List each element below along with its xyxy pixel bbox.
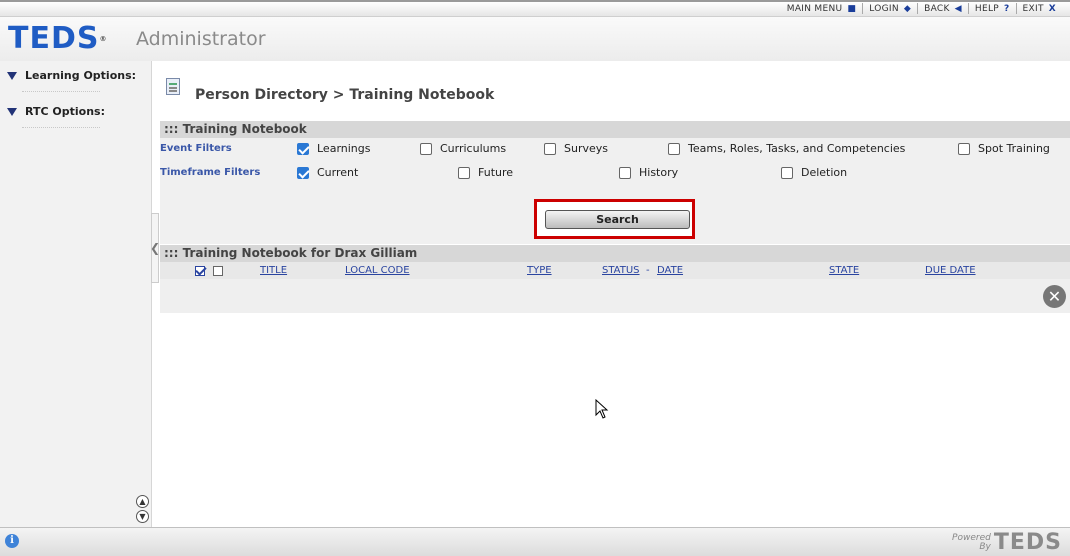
filter-label: Future	[478, 166, 514, 179]
exit-label: EXIT	[1022, 3, 1044, 14]
footer: i Powered By TEDS	[0, 527, 1070, 556]
exit-icon: X	[1048, 3, 1056, 14]
filter-label: Teams, Roles, Tasks, and Competencies	[688, 142, 906, 155]
breadcrumb: Person Directory > Training Notebook	[195, 87, 495, 103]
expand-triangle-icon	[7, 71, 17, 80]
event-filters-label: Event Filters	[160, 143, 232, 154]
back-link[interactable]: BACK ◀	[918, 3, 969, 14]
sidebar-item-learning-options[interactable]: Learning Options:	[7, 69, 136, 82]
main-menu-icon: ■	[847, 3, 857, 14]
powered-by-text: Powered By	[952, 533, 991, 552]
divider	[22, 91, 100, 92]
checkbox[interactable]	[958, 142, 970, 155]
help-link[interactable]: HELP ?	[969, 3, 1017, 14]
filter-label: Curriculums	[440, 142, 507, 155]
footer-logo-text: TEDS	[993, 530, 1062, 555]
column-state[interactable]: STATE	[829, 265, 859, 276]
scroll-up-button[interactable]: ▲	[136, 495, 149, 508]
column-local-code[interactable]: LOCAL CODE	[345, 265, 410, 276]
results-header: ::: Training Notebook for Drax Gilliam	[160, 245, 1070, 262]
select-none-checkbox[interactable]	[213, 266, 223, 276]
filter-label: Surveys	[564, 142, 608, 155]
filter-curriculums[interactable]: Curriculums	[420, 142, 506, 155]
column-type[interactable]: TYPE	[527, 265, 552, 276]
back-label: BACK	[924, 3, 950, 14]
checkbox[interactable]	[420, 142, 432, 155]
login-link[interactable]: LOGIN ◆	[863, 3, 919, 14]
filter-learnings[interactable]: Learnings	[297, 142, 371, 155]
filter-spot-training[interactable]: Spot Training	[958, 142, 1050, 155]
close-icon[interactable]: ✕	[1043, 285, 1066, 308]
sidebar: Learning Options: RTC Options: ▲ ▼	[0, 61, 152, 527]
top-nav-bar: MAIN MENU ■ LOGIN ◆ BACK ◀ HELP ? EXIT X	[0, 0, 1070, 17]
sidebar-collapse-handle[interactable]: ❮	[150, 213, 160, 283]
app-header: TEDS® Administrator	[0, 17, 1070, 61]
info-icon[interactable]: i	[5, 534, 19, 548]
select-all-checkbox[interactable]	[195, 266, 205, 276]
checkbox[interactable]	[619, 166, 631, 179]
timeframe-filters-label: Timeframe Filters	[160, 167, 261, 178]
empty-results-row: ✕	[160, 279, 1070, 313]
filter-label: Current	[317, 166, 359, 179]
checkbox[interactable]	[781, 166, 793, 179]
help-icon: ?	[1004, 3, 1010, 14]
expand-triangle-icon	[7, 107, 17, 116]
filter-future[interactable]: Future	[458, 166, 513, 179]
filter-label: History	[639, 166, 679, 179]
sidebar-item-label: Learning Options:	[25, 69, 137, 82]
column-date[interactable]: DATE	[657, 265, 683, 276]
login-label: LOGIN	[869, 3, 899, 14]
top-nav: MAIN MENU ■ LOGIN ◆ BACK ◀ HELP ? EXIT X	[781, 3, 1062, 14]
search-highlight: Search	[534, 199, 695, 239]
filter-label: Deletion	[801, 166, 848, 179]
filter-label: Spot Training	[978, 142, 1050, 155]
column-title[interactable]: TITLE	[260, 265, 287, 276]
checkbox[interactable]	[297, 142, 309, 155]
status-date-separator: -	[646, 265, 650, 276]
checkbox[interactable]	[544, 142, 556, 155]
help-label: HELP	[974, 3, 999, 14]
checkbox[interactable]	[668, 142, 680, 155]
logo-text: TEDS	[8, 21, 100, 56]
registered-mark: ®	[99, 35, 108, 43]
results-column-headers: TITLE LOCAL CODE TYPE STATUS - DATE STAT…	[160, 262, 1070, 279]
filter-teams-roles[interactable]: Teams, Roles, Tasks, and Competencies	[668, 142, 905, 155]
back-arrow-icon: ◀	[954, 3, 962, 14]
filter-surveys[interactable]: Surveys	[544, 142, 608, 155]
directory-icon	[166, 78, 180, 95]
column-status[interactable]: STATUS	[602, 265, 640, 276]
scroll-down-button[interactable]: ▼	[136, 510, 149, 523]
filter-current[interactable]: Current	[297, 166, 358, 179]
filter-label: Learnings	[317, 142, 371, 155]
column-due-date[interactable]: DUE DATE	[925, 265, 976, 276]
app-subtitle: Administrator	[136, 28, 266, 50]
by-label: By	[979, 541, 991, 552]
divider	[22, 127, 100, 128]
main-menu-label: MAIN MENU	[786, 3, 843, 14]
checkbox[interactable]	[458, 166, 470, 179]
filter-history[interactable]: History	[619, 166, 678, 179]
powered-by-logo: Powered By TEDS	[952, 530, 1062, 555]
checkbox[interactable]	[297, 166, 309, 179]
sidebar-item-label: RTC Options:	[25, 105, 105, 118]
main-menu-link[interactable]: MAIN MENU ■	[781, 3, 864, 14]
main-content: Person Directory > Training Notebook :::…	[160, 61, 1070, 527]
filter-deletion[interactable]: Deletion	[781, 166, 847, 179]
teds-logo: TEDS®	[8, 24, 107, 54]
exit-link[interactable]: EXIT X	[1017, 3, 1062, 14]
mouse-cursor-icon	[595, 399, 609, 419]
search-button[interactable]: Search	[545, 210, 690, 229]
login-icon: ◆	[903, 3, 912, 14]
training-notebook-header: ::: Training Notebook	[160, 121, 1070, 138]
sidebar-item-rtc-options[interactable]: RTC Options:	[7, 105, 105, 118]
